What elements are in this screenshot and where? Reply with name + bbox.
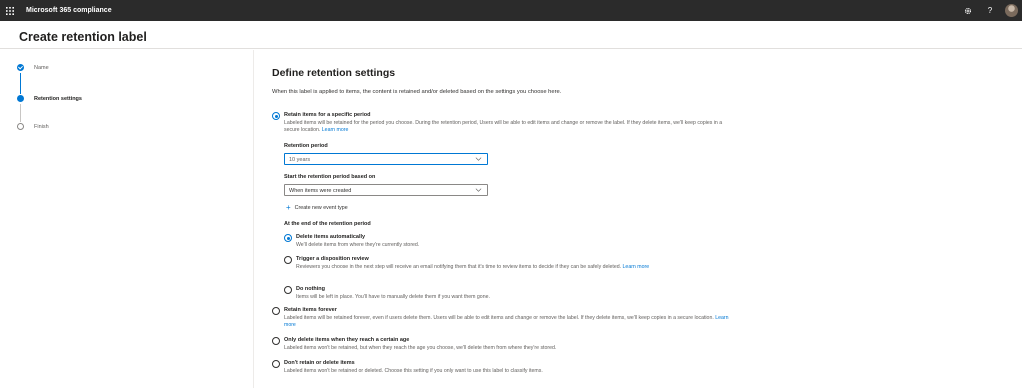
avatar[interactable] [1005,4,1018,17]
desc-text: Labeled items will be retained forever, … [284,315,714,321]
page-title: Create retention label [19,30,147,44]
step-connector [20,73,21,94]
step-label: Name [34,64,49,71]
dont-retain-title[interactable]: Don't retain or delete items [284,360,355,366]
do-nothing-desc: Items will be left in place. You'll have… [296,294,490,300]
create-event-type-button[interactable]: + Create new event type [286,204,348,212]
step-connector [20,104,21,122]
intro-text: When this label is applied to items, the… [272,89,562,95]
end-of-period-label: At the end of the retention period [284,221,371,227]
section-heading: Define retention settings [272,67,396,79]
learn-more-link[interactable]: Learn more [322,127,349,133]
pending-step-icon [17,123,24,130]
current-step-icon [17,95,24,102]
start-period-dropdown[interactable]: When items were created [284,184,488,196]
desc-text: Reviewers you choose in the next step wi… [296,264,622,270]
disposition-review-desc: Reviewers you choose in the next step wi… [296,264,726,271]
desc-text: Labeled items will be retained for the p… [284,120,723,134]
dont-retain-radio[interactable] [272,360,280,368]
retention-period-dropdown[interactable]: 10 years [284,153,488,165]
step-retention-settings[interactable]: Retention settings [17,95,82,102]
gear-icon[interactable] [957,0,979,21]
retention-period-label: Retention period [284,143,328,149]
main-content: Define retention settings When this labe… [272,67,1012,374]
retain-forever-desc: Labeled items will be retained forever, … [284,315,734,329]
retain-specific-title[interactable]: Retain items for a specific period [284,112,371,118]
step-label: Finish [34,123,49,130]
app-name[interactable]: Microsoft 365 compliance [26,7,112,14]
retain-specific-radio[interactable] [272,112,280,120]
start-period-label: Start the retention period based on [284,174,376,180]
chevron-down-icon [475,157,482,161]
retain-forever-radio[interactable] [272,307,280,315]
step-label: Retention settings [34,95,82,102]
dropdown-value: 10 years [289,156,311,163]
step-name[interactable]: Name [17,64,49,71]
check-icon [17,64,24,71]
help-icon[interactable]: ? [979,0,1001,21]
page-header: Create retention label [0,21,1022,49]
delete-automatically-title[interactable]: Delete items automatically [296,234,365,240]
top-bar: Microsoft 365 compliance ? [0,0,1022,21]
dropdown-value: When items were created [289,187,352,194]
create-event-label: Create new event type [294,205,348,211]
do-nothing-title[interactable]: Do nothing [296,286,325,292]
retain-specific-desc: Labeled items will be retained for the p… [284,120,734,134]
disposition-review-title[interactable]: Trigger a disposition review [296,256,369,262]
only-delete-title[interactable]: Only delete items when they reach a cert… [284,337,409,343]
delete-automatically-radio[interactable] [284,234,292,242]
disposition-review-radio[interactable] [284,256,292,264]
do-nothing-radio[interactable] [284,286,292,294]
help-glyph: ? [987,6,993,15]
only-delete-radio[interactable] [272,337,280,345]
retain-forever-title[interactable]: Retain items forever [284,307,337,313]
dont-retain-desc: Labeled items won't be retained or delet… [284,368,543,374]
delete-automatically-desc: We'll delete items from where they're cu… [296,242,420,248]
learn-more-link[interactable]: Learn more [623,264,650,270]
waffle-icon[interactable] [0,0,20,21]
plus-icon: + [286,203,291,212]
chevron-down-icon [475,188,482,192]
step-finish[interactable]: Finish [17,123,49,130]
panel-divider [253,50,254,388]
only-delete-desc: Labeled items won't be retained, but whe… [284,345,557,351]
